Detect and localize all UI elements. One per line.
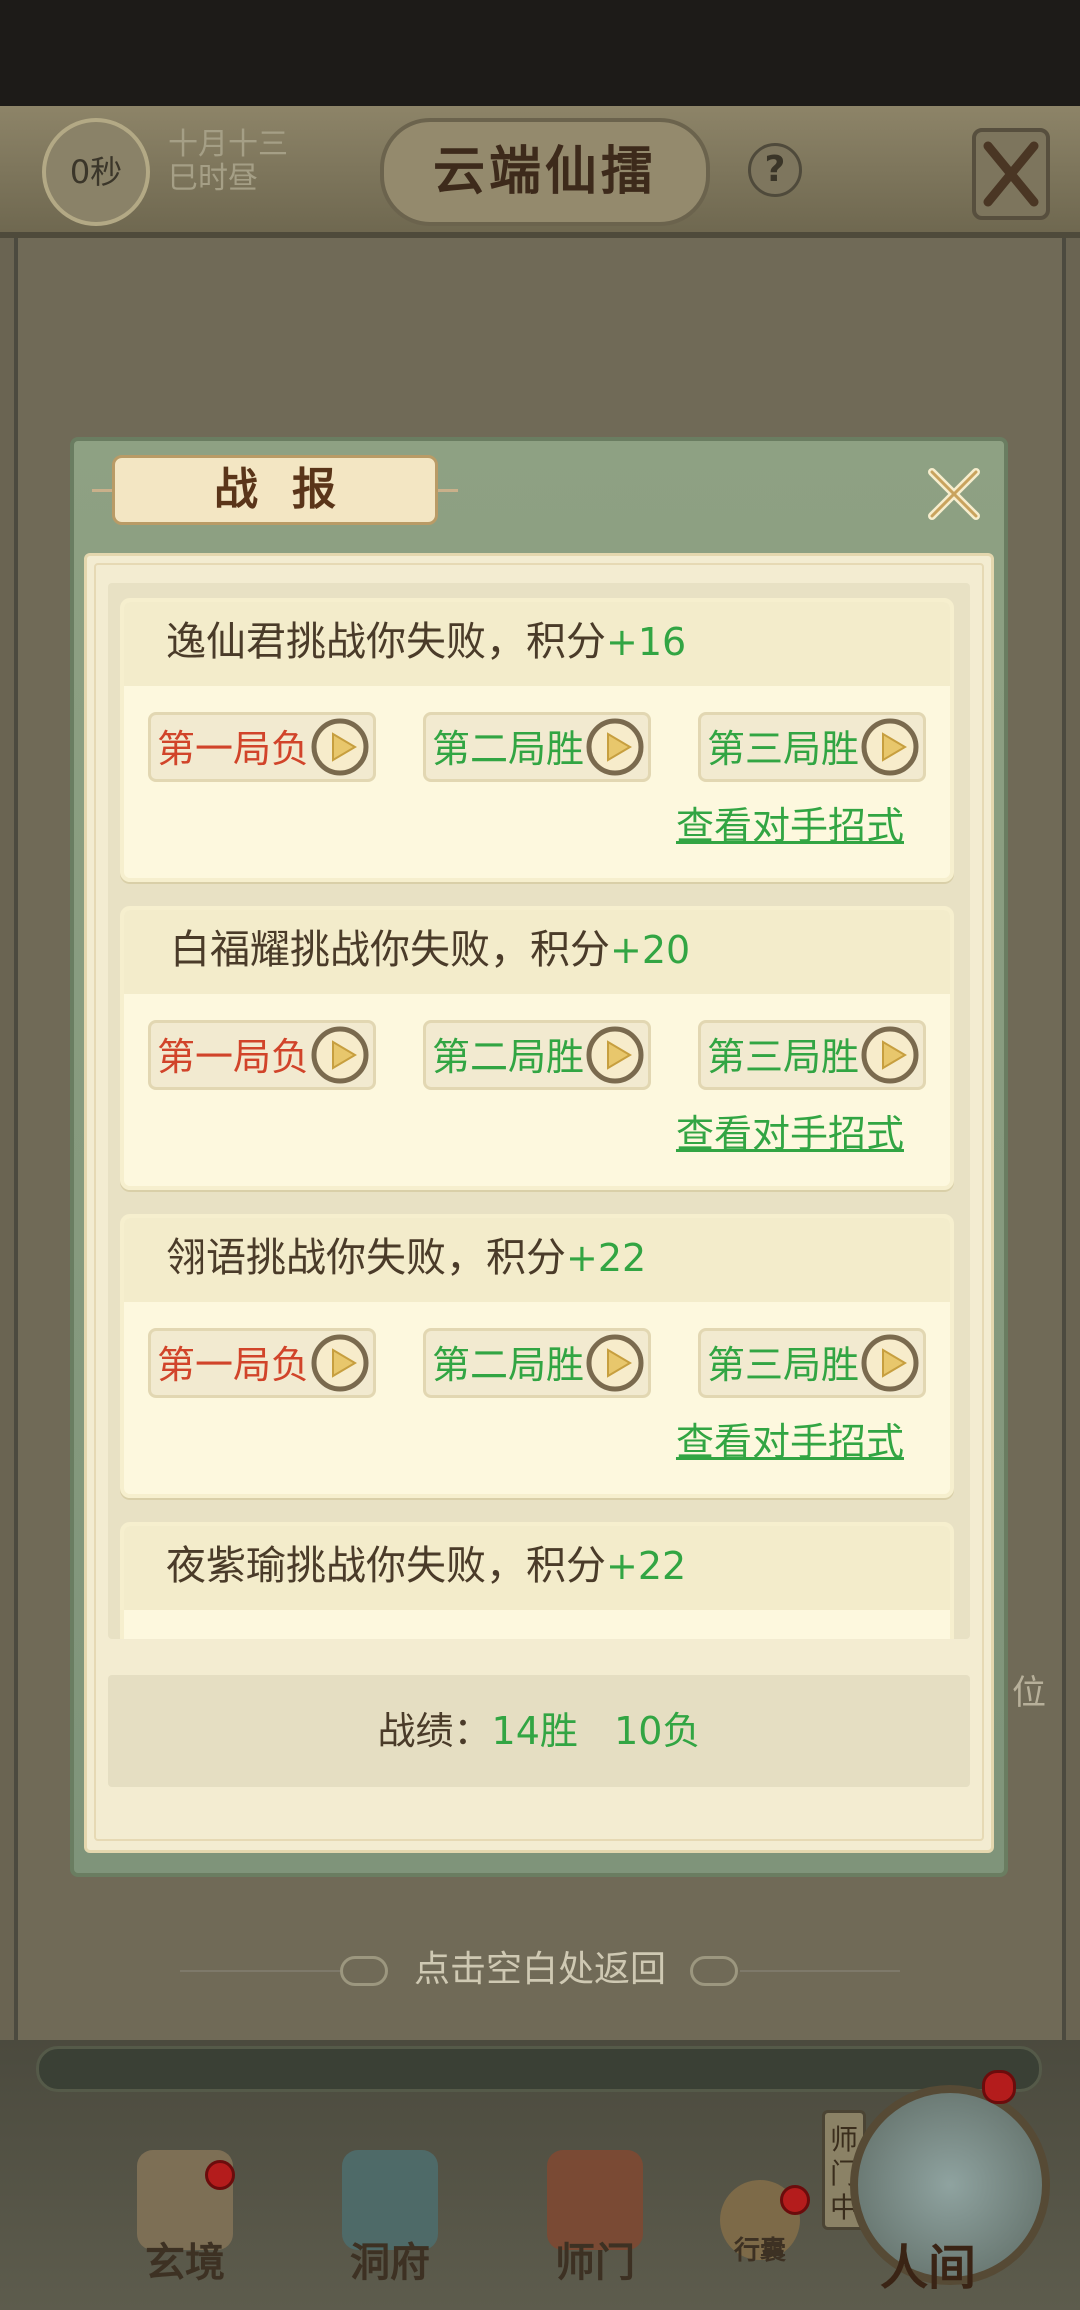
play-icon [311,1026,369,1084]
round-3-replay-button[interactable]: 第三局胜 [698,712,926,782]
nav-item-shimen[interactable]: 师门 [530,2150,660,2288]
header-close-button[interactable] [972,128,1050,220]
background-rank-label: 位 [1012,1673,1046,1713]
round-label: 第一局负 [157,1035,310,1079]
nav-label: 玄境 [145,2240,225,2286]
round-label: 第三局胜 [707,727,860,771]
round-label: 第二局胜 [432,1343,585,1387]
report-points: +22 [606,1544,687,1588]
round-2-replay-button[interactable]: 第二局胜 [423,712,651,782]
status-bar-area [0,0,1080,106]
page-title: 云端仙擂 [380,118,710,226]
game-date: 十月十三 巳时昼 [168,128,308,196]
view-opponent-moves-link[interactable]: 查看对手招式 [676,1414,904,1470]
view-opponent-moves-link[interactable]: 查看对手招式 [676,1106,904,1162]
bottom-scroll-bar [36,2046,1042,2092]
date-line1: 十月十三 [168,127,288,162]
report-card: 白福耀挑战你失败，积分+20 第一局负 第二局胜 第三局胜 查看对手招式 [120,906,954,1190]
record-losses: 10负 [614,1709,701,1753]
play-icon [861,1026,919,1084]
report-text: 白福耀挑战你失败，积分+20 [170,922,690,978]
record-label: 战绩： [377,1709,492,1753]
modal-close-button[interactable] [918,458,990,530]
report-text: 夜紫瑜挑战你失败，积分+22 [166,1538,686,1594]
report-points: +22 [566,1236,647,1280]
report-text: 翎语挑战你失败，积分+22 [166,1230,646,1286]
round-1-replay-button[interactable]: 第一局负 [148,712,376,782]
round-2-replay-button[interactable]: 第二局胜 [423,1020,651,1090]
round-3-replay-button[interactable]: 第三局胜 [698,1020,926,1090]
round-3-replay-button[interactable]: 第三局胜 [698,1328,926,1398]
play-icon [861,1334,919,1392]
record-wins: 14胜 [491,1709,578,1753]
notification-dot [205,2160,235,2190]
play-icon [311,1334,369,1392]
round-label: 第三局胜 [707,1035,860,1079]
report-list[interactable]: 逸仙君挑战你失败，积分+16 第一局负 第二局胜 第三局胜 查看对手招式 白福耀… [108,583,970,1639]
report-message: 逸仙君挑战你失败，积分 [166,619,606,665]
nav-label: 师门 [555,2240,635,2286]
round-label: 第一局负 [157,727,310,771]
notification-dot [982,2070,1016,2104]
report-card: 夜紫瑜挑战你失败，积分+22 [120,1522,954,1639]
renjian-label: 人间 [880,2240,977,2296]
round-1-replay-button[interactable]: 第一局负 [148,1020,376,1090]
nav-label: 洞府 [350,2240,430,2286]
report-points: +20 [610,928,691,972]
play-icon [586,718,644,776]
timer-badge: 0秒 [42,118,150,226]
play-icon [586,1334,644,1392]
nav-label: 行囊 [733,2236,786,2266]
round-1-replay-button[interactable]: 第一局负 [148,1328,376,1398]
play-icon [311,718,369,776]
play-icon [586,1026,644,1084]
report-text: 逸仙君挑战你失败，积分+16 [166,614,686,670]
battle-record: 战绩：14胜 10负 [108,1675,970,1787]
help-button[interactable]: ? [748,143,802,197]
report-message: 翎语挑战你失败，积分 [166,1235,566,1281]
round-label: 第三局胜 [707,1343,860,1387]
report-points: +16 [606,620,687,664]
close-icon [983,141,1039,207]
modal-title: 战报 [112,455,438,525]
tap-to-return-hint[interactable]: 点击空白处返回 [0,1940,1080,2000]
round-label: 第二局胜 [432,727,585,771]
view-opponent-moves-link[interactable]: 查看对手招式 [676,798,904,854]
report-message: 夜紫瑜挑战你失败，积分 [166,1543,606,1589]
report-card: 逸仙君挑战你失败，积分+16 第一局负 第二局胜 第三局胜 查看对手招式 [120,598,954,882]
notification-dot [780,2185,810,2215]
round-label: 第一局负 [157,1343,310,1387]
report-message: 白福耀挑战你失败，积分 [170,927,610,973]
report-card: 翎语挑战你失败，积分+22 第一局负 第二局胜 第三局胜 查看对手招式 [120,1214,954,1498]
round-label: 第二局胜 [432,1035,585,1079]
nav-item-dongfu[interactable]: 洞府 [325,2150,455,2288]
close-icon [928,468,980,520]
date-line2: 巳时昼 [168,161,258,196]
round-2-replay-button[interactable]: 第二局胜 [423,1328,651,1398]
play-icon [861,718,919,776]
